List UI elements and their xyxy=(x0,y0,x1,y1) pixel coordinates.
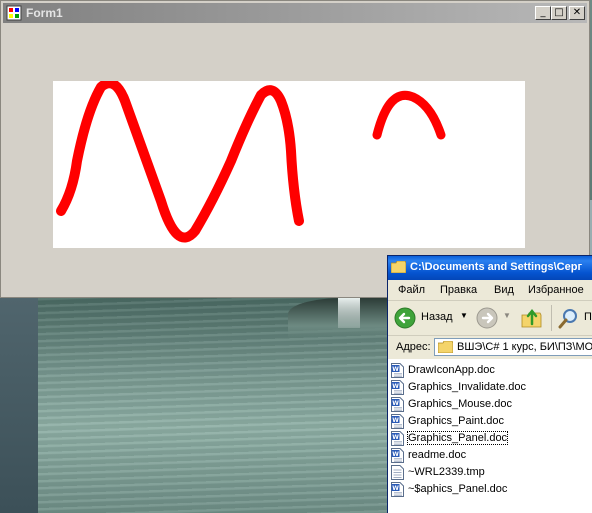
file-row[interactable]: W ~$aphics_Panel.doc xyxy=(391,482,591,498)
minimize-icon: _ xyxy=(540,7,546,18)
svg-text:W: W xyxy=(392,400,399,407)
folder-icon xyxy=(438,341,453,353)
file-row[interactable]: Wreadme.doc xyxy=(391,448,591,464)
word-doc-icon: W xyxy=(391,482,404,497)
desktop: Form1 _ □ ✕ C:\Documents and Settings\Се… xyxy=(0,0,592,513)
word-doc-icon: W xyxy=(391,380,404,395)
wallpaper-edge xyxy=(0,298,38,513)
file-list[interactable]: W DrawIconApp.doc W Graphics_Invalidate.doc… xyxy=(388,359,592,513)
word-doc-icon: W xyxy=(391,397,404,412)
address-bar: Адрес: ВШЭ\С# 1 курс, БИ\ПЗ\МОИ xyxy=(388,336,592,358)
forward-arrow-icon xyxy=(476,307,498,329)
svg-text:W: W xyxy=(392,366,399,373)
explorer-window[interactable]: C:\Documents and Settings\Серг Файл Прав… xyxy=(387,255,592,513)
menu-view[interactable]: Вид xyxy=(494,284,514,296)
file-row[interactable]: W Graphics_Mouse.doc xyxy=(391,397,591,413)
close-button[interactable]: ✕ xyxy=(569,6,585,20)
file-name: ~WRL2339.tmp xyxy=(408,466,485,478)
file-name: Graphics_Panel.doc xyxy=(406,431,509,445)
app-icon[interactable] xyxy=(6,5,22,21)
svg-text:W: W xyxy=(392,451,399,458)
file-row[interactable]: W DrawIconApp.doc xyxy=(391,363,591,379)
wave-foam xyxy=(338,298,360,328)
form1-title: Form1 xyxy=(26,6,63,20)
file-name: Graphics_Invalidate.doc xyxy=(408,381,527,393)
file-name: DrawIconApp.doc xyxy=(408,364,495,376)
address-label: Адрес: xyxy=(396,341,431,353)
file-row[interactable]: W Graphics_Invalidate.doc xyxy=(391,380,591,396)
svg-text:W: W xyxy=(392,485,399,492)
svg-text:W: W xyxy=(392,383,399,390)
folder-icon xyxy=(391,261,406,273)
word-doc-icon: W xyxy=(391,431,404,446)
forward-button[interactable]: ▼ xyxy=(476,307,512,329)
tmp-file-icon xyxy=(391,465,404,480)
toolbar: Назад ▼ ▼ П xyxy=(388,301,592,336)
search-label[interactable]: П xyxy=(584,311,592,323)
drawing-canvas[interactable] xyxy=(53,78,525,248)
forward-dropdown-icon[interactable]: ▼ xyxy=(503,311,511,320)
word-doc-icon: W xyxy=(391,363,404,378)
maximize-icon: □ xyxy=(554,7,564,18)
back-dropdown-icon[interactable]: ▼ xyxy=(460,311,468,320)
menu-favorites[interactable]: Избранное xyxy=(528,284,584,296)
svg-text:W: W xyxy=(392,434,399,441)
file-name: ~$aphics_Panel.doc xyxy=(408,483,508,495)
form1-window[interactable]: Form1 _ □ ✕ xyxy=(0,0,590,298)
file-row[interactable]: W Graphics_Paint.doc xyxy=(391,414,591,430)
back-button[interactable]: Назад ▼ xyxy=(394,307,468,329)
svg-text:W: W xyxy=(392,417,399,424)
back-label: Назад xyxy=(421,311,453,323)
maximize-button[interactable]: □ xyxy=(551,6,567,20)
wallpaper-water-image xyxy=(38,298,426,513)
word-doc-icon: W xyxy=(391,414,404,429)
menu-edit[interactable]: Правка xyxy=(440,284,477,296)
drawing-panel[interactable] xyxy=(53,78,525,248)
back-arrow-icon xyxy=(394,307,416,329)
freehand-arc xyxy=(372,90,446,140)
search-icon[interactable] xyxy=(558,307,580,329)
file-row[interactable]: ~WRL2339.tmp xyxy=(391,465,591,481)
close-icon: ✕ xyxy=(572,7,582,18)
menu-bar: Файл Правка Вид Избранное xyxy=(388,280,592,301)
menu-file[interactable]: Файл xyxy=(398,284,425,296)
freehand-stroke xyxy=(56,78,304,243)
explorer-titlebar[interactable]: C:\Documents and Settings\Серг xyxy=(388,256,592,280)
form1-titlebar[interactable]: Form1 _ □ ✕ xyxy=(3,3,587,23)
explorer-title: C:\Documents and Settings\Серг xyxy=(410,261,583,273)
address-value: ВШЭ\С# 1 курс, БИ\ПЗ\МОИ xyxy=(457,341,592,353)
file-row[interactable]: W Graphics_Panel.doc xyxy=(391,431,591,447)
word-doc-icon: W xyxy=(391,448,404,463)
file-name: readme.doc xyxy=(408,449,467,461)
file-name: Graphics_Paint.doc xyxy=(408,415,504,427)
up-folder-icon[interactable] xyxy=(520,307,544,329)
file-name: Graphics_Mouse.doc xyxy=(408,398,512,410)
toolbar-separator xyxy=(551,305,552,331)
minimize-button[interactable]: _ xyxy=(535,6,551,20)
address-field[interactable]: ВШЭ\С# 1 курс, БИ\ПЗ\МОИ xyxy=(434,338,592,356)
